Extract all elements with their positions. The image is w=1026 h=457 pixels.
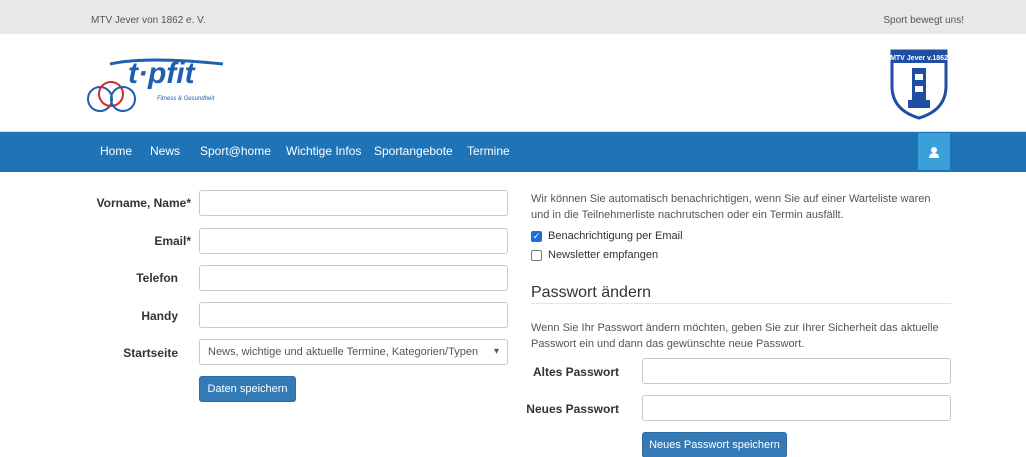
- logo-tagline: Fitness & Gesundheit: [157, 96, 215, 102]
- mobile-label: Handy: [141, 309, 178, 323]
- name-input[interactable]: [199, 190, 508, 216]
- email-notification-option[interactable]: ✓ Benachrichtigung per Email: [531, 230, 683, 242]
- email-notification-checkbox[interactable]: ✓: [531, 230, 542, 242]
- nav-news[interactable]: News: [150, 144, 180, 158]
- club-name: MTV Jever von 1862 e. V.: [91, 15, 206, 26]
- mtv-jever-badge[interactable]: MTV Jever v.1862: [884, 44, 954, 120]
- password-text: Wenn Sie Ihr Passwort ändern möchten, ge…: [531, 322, 939, 350]
- nav-termine[interactable]: Termine: [467, 144, 510, 158]
- new-password-input[interactable]: [642, 395, 951, 421]
- badge-text: MTV Jever v.1862: [890, 55, 948, 62]
- save-data-button[interactable]: Daten speichern: [199, 376, 296, 402]
- startpage-select[interactable]: News, wichtige und aktuelle Termine, Kat…: [199, 339, 508, 365]
- header: t·pfit Fitness & Gesundheit: [0, 34, 1026, 132]
- main-nav: Home News Sport@home Wichtige Infos Spor…: [0, 132, 1026, 172]
- email-input[interactable]: [199, 228, 508, 254]
- nav-sportangebote[interactable]: Sportangebote: [374, 144, 453, 158]
- mobile-input[interactable]: [199, 302, 508, 328]
- password-section-title: Passwort ändern: [531, 284, 652, 301]
- phone-label: Telefon: [136, 271, 178, 285]
- newsletter-checkbox[interactable]: [531, 249, 542, 261]
- chevron-down-icon: ▾: [493, 346, 499, 357]
- slogan: Sport bewegt uns!: [883, 15, 964, 26]
- topfit-logo[interactable]: t·pfit Fitness & Gesundheit: [86, 50, 246, 124]
- top-bar: MTV Jever von 1862 e. V. Sport bewegt un…: [0, 0, 1026, 34]
- logo-text: t·pfit: [128, 57, 197, 90]
- nav-home[interactable]: Home: [100, 144, 132, 158]
- phone-input[interactable]: [199, 265, 508, 291]
- email-notification-label: Benachrichtigung per Email: [548, 230, 683, 242]
- nav-wichtige-infos[interactable]: Wichtige Infos: [286, 144, 361, 158]
- nav-sport-at-home[interactable]: Sport@home: [200, 144, 271, 158]
- startpage-value: News, wichtige und aktuelle Termine, Kat…: [208, 346, 479, 358]
- save-password-button[interactable]: Neues Passwort speichern: [642, 432, 787, 457]
- startpage-label: Startseite: [123, 346, 178, 360]
- newsletter-option[interactable]: Newsletter empfangen: [531, 249, 658, 261]
- newsletter-label: Newsletter empfangen: [548, 249, 659, 261]
- old-password-input[interactable]: [642, 358, 951, 384]
- old-password-label: Altes Passwort: [532, 365, 619, 379]
- notification-text: Wir können Sie automatisch benachrichtig…: [531, 193, 931, 221]
- name-label: Vorname, Name*: [96, 196, 191, 210]
- user-button[interactable]: [918, 133, 950, 170]
- user-icon: [928, 146, 940, 158]
- section-divider: [531, 303, 951, 304]
- new-password-label: Neues Passwort: [526, 402, 619, 416]
- email-label: Email*: [154, 234, 191, 248]
